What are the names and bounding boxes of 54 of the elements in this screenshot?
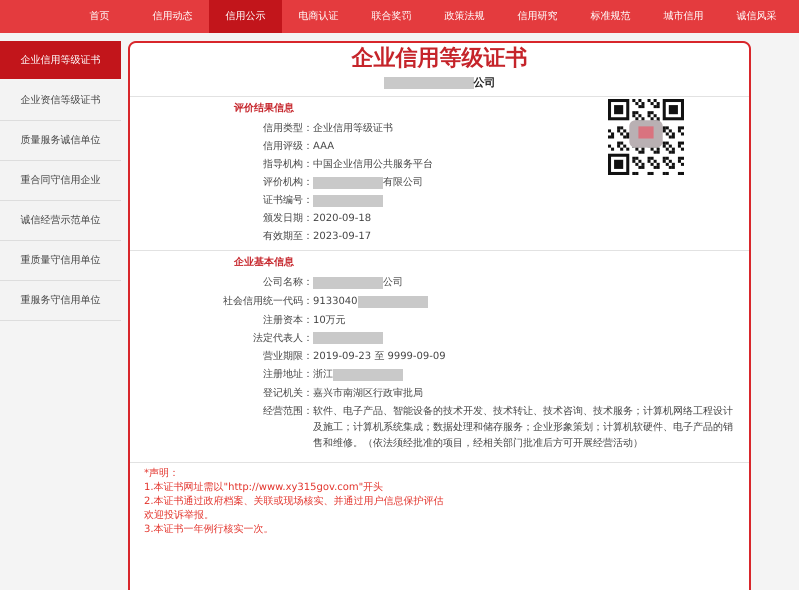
section-heading: 评价结果信息 [232, 102, 295, 116]
field-label: 注册地址： [262, 368, 313, 382]
field-value: 嘉兴市南湖区行政审批局 [313, 386, 424, 401]
certificate-title: 企业信用等级证书 [350, 47, 528, 72]
field-value: 2023-09-17 [313, 230, 372, 244]
notice-line: 2.本证书通过政府档案、关联或现场核实、并通过用户信息保护评估 [144, 494, 445, 509]
field-label: 颁发日期： [262, 212, 313, 226]
text-part: 浙江 [313, 368, 333, 382]
field-label: 指导机构： [262, 158, 313, 172]
field-value: 2020-09-18 [313, 212, 372, 226]
nav-tab[interactable]: 信用动态 [136, 0, 209, 33]
nav-tab[interactable]: 电商认证 [282, 0, 355, 33]
field-label: 经营范围： [262, 404, 313, 419]
notice-line: 3.本证书一年例行核实一次。 [144, 522, 275, 537]
nav-tab[interactable]: 联合奖罚 [355, 0, 428, 33]
text-part: 有限公司 [383, 176, 423, 190]
field-label: 信用类型： [262, 122, 313, 136]
field-label: 社会信用统一代码： [222, 294, 313, 310]
blurred-text [313, 277, 383, 290]
field-value: 软件、电子产品、智能设备的技术开发、技术转让、技术咨询、技术服务；计算机网络工程设计及施工；计算机系统集成；数据处理和储存服务；企业形象策划；计算机软硬件、电子产品的销售和维修。（依法须经批准的项目，经相关部门批准后方可开展经营活动） [313, 404, 733, 451]
nav-tab[interactable]: 信用公示 [209, 0, 282, 33]
field-label: 登记机关： [262, 386, 313, 401]
field-value: 中国企业信用公共服务平台 [313, 158, 434, 172]
nav-tab[interactable]: 城市信用 [647, 0, 720, 33]
blurred-text [358, 296, 428, 308]
text-part: 公司 [474, 76, 496, 90]
field-label: 公司名称： [262, 276, 313, 290]
notice-line: 1.本证书网址需以"http://www.xy315gov.com"开头 [144, 480, 384, 495]
field-value: 10万元 [313, 314, 347, 328]
blurred-text [333, 368, 403, 381]
field-label: 信用评级： [262, 140, 313, 154]
notice-line: *声明： [144, 466, 180, 481]
blurred-text [313, 332, 383, 344]
text-part: 公司 [383, 276, 403, 290]
field-label: 注册资本： [262, 314, 313, 328]
sidebar-item[interactable]: 企业信用等级证书 [0, 41, 121, 79]
field-label: 有效期至： [262, 230, 313, 244]
field-value: AAA [313, 140, 336, 154]
text-part: 9133040 [313, 295, 358, 310]
field-label: 评价机构： [262, 176, 313, 190]
nav-tab[interactable]: 诚信风采 [720, 0, 793, 33]
nav-tab[interactable]: 信用研究 [501, 0, 574, 33]
nav-tab[interactable]: 标准规范 [574, 0, 647, 33]
field-value: 2019-09-23 至 9999-09-09 [313, 350, 447, 364]
notice-line: 欢迎投诉举报。 [144, 508, 215, 523]
blurred-text [313, 194, 383, 207]
field-label: 营业期限： [262, 350, 313, 364]
nav-tab[interactable]: 政策法规 [428, 0, 501, 33]
field-label: 证书编号： [262, 194, 313, 208]
field-value: 企业信用等级证书 [313, 122, 394, 136]
section-heading: 企业基本信息 [233, 256, 295, 270]
blurred-text [313, 176, 383, 189]
nav-tab[interactable]: 首页 [63, 0, 136, 33]
field-label: 法定代表人： [252, 332, 313, 346]
